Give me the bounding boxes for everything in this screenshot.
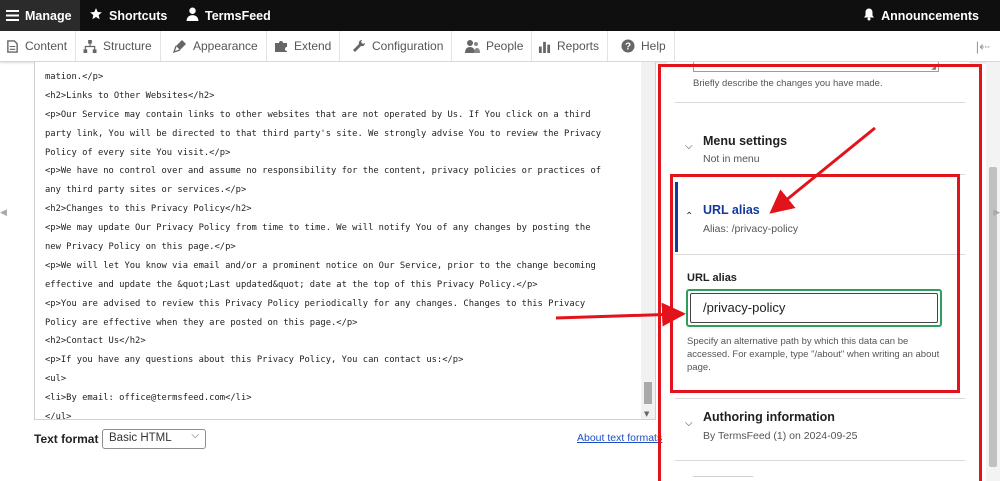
- annotation-arrow-to-url-alias-input: [555, 302, 686, 327]
- annotation-arrows: [555, 126, 876, 327]
- cms-edit-page: { "toolbar": { "manage": "Manage", "shor…: [0, 0, 1000, 481]
- annotation-arrow-to-url-alias-title: [769, 126, 876, 214]
